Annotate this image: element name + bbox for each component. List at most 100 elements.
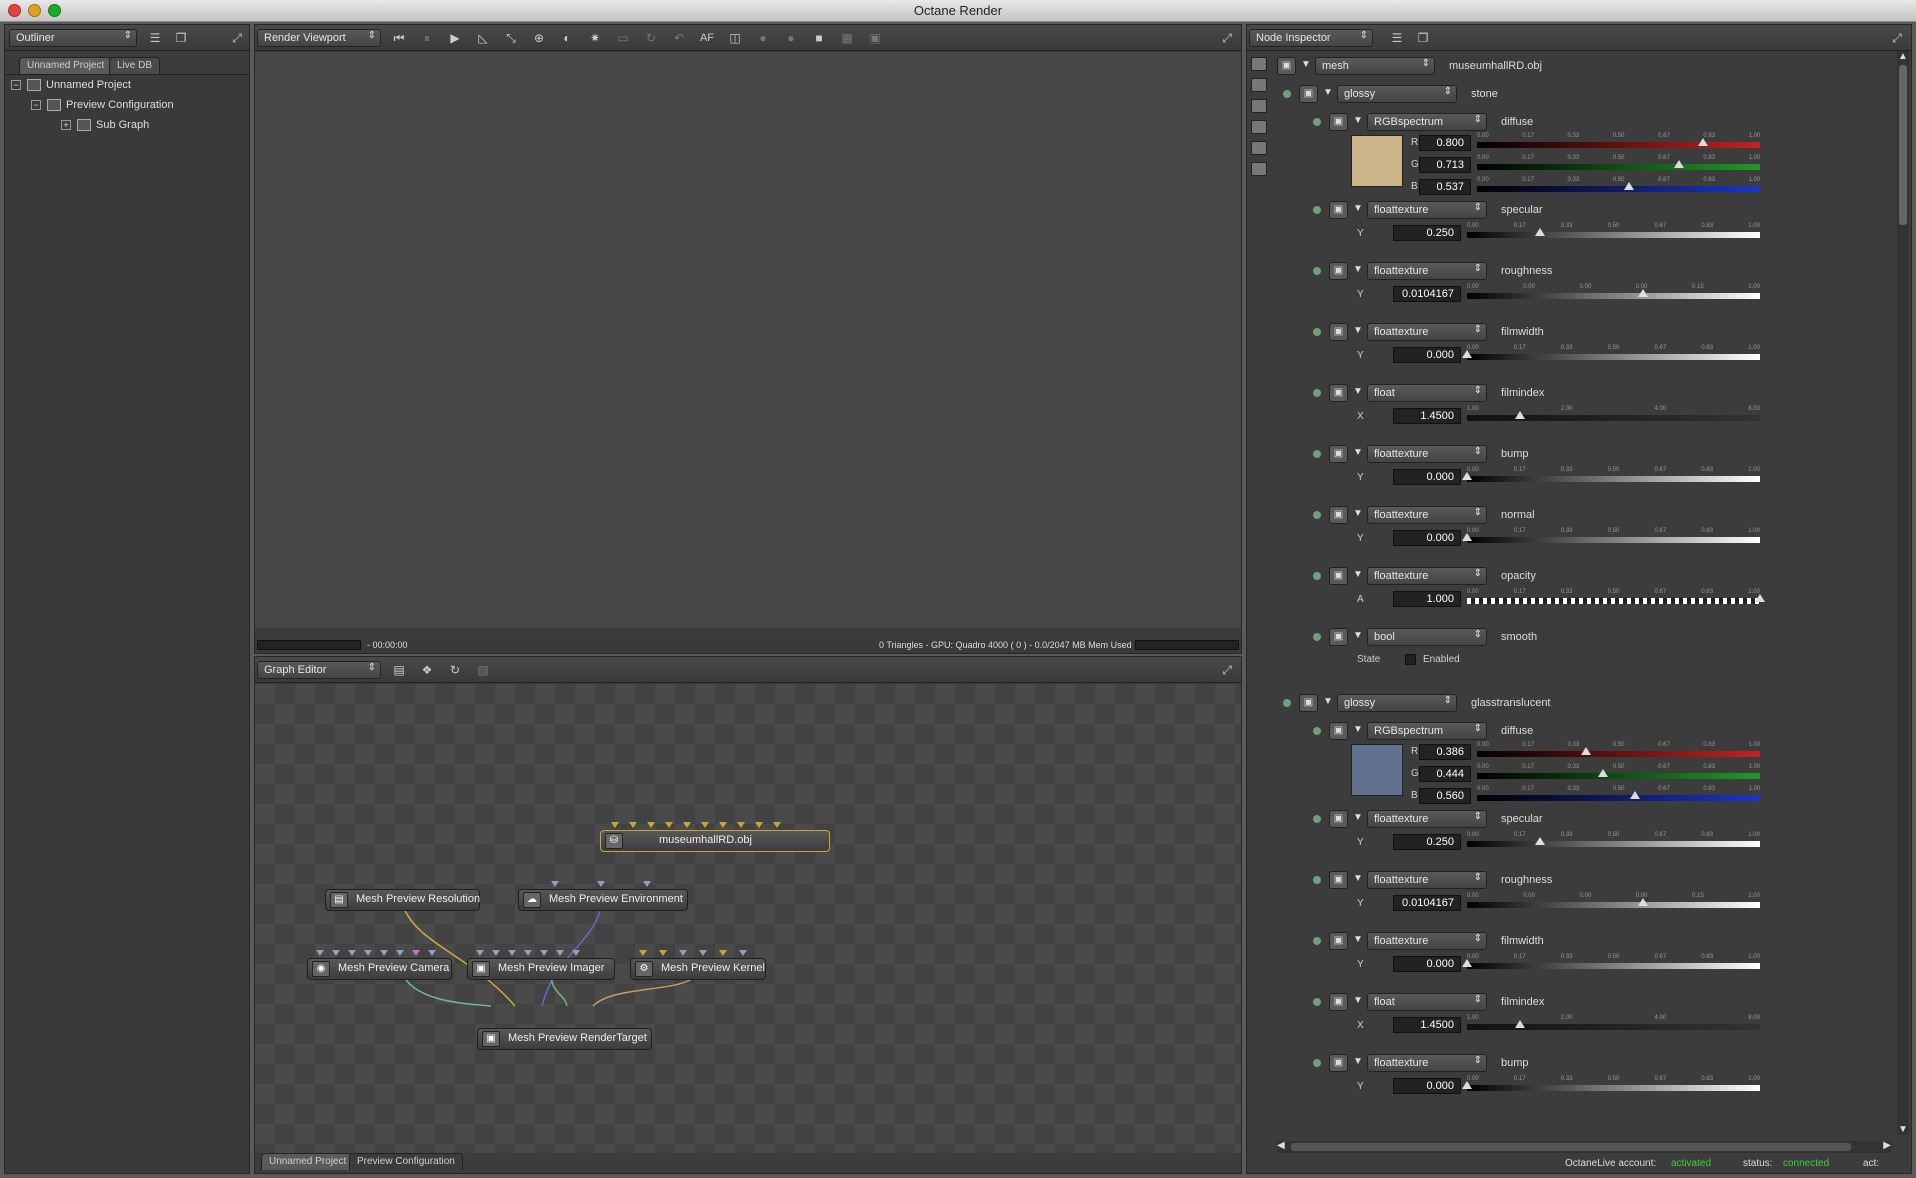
graph-node-render-target[interactable]: ▣ Mesh Preview RenderTarget xyxy=(477,1028,652,1050)
pin-dot-icon[interactable] xyxy=(1313,998,1321,1006)
node-type-select[interactable]: floattexture ⇕ xyxy=(1367,506,1487,524)
node-type-select[interactable]: floattexture ⇕ xyxy=(1367,1054,1487,1072)
pin-dot-icon[interactable] xyxy=(1313,511,1321,519)
node-type-select[interactable]: floattexture ⇕ xyxy=(1367,567,1487,585)
node-type-select[interactable]: glossy ⇕ xyxy=(1337,85,1457,103)
diffuse-r-field[interactable]: 0.800 xyxy=(1419,135,1471,151)
outliner-dropdown[interactable]: Outliner ⇕ xyxy=(9,29,137,47)
tree-item-unnamed-project[interactable]: − Unnamed Project xyxy=(11,79,131,92)
texture-node-icon[interactable]: ▣ xyxy=(1329,993,1348,1011)
slider-thumb[interactable] xyxy=(1637,898,1648,906)
collapse-triangle-icon[interactable]: ▼ xyxy=(1353,325,1363,336)
slider-thumb[interactable] xyxy=(1698,138,1709,146)
opacity-slider[interactable]: 0.00 0.17 0.33 0.50 0.67 0.83 1.00 xyxy=(1467,589,1765,605)
diffuse-color-swatch[interactable] xyxy=(1351,744,1403,796)
opacity-value-field[interactable]: 1.000 xyxy=(1393,591,1461,607)
tree-item-preview-configuration[interactable]: − Preview Configuration xyxy=(31,99,174,112)
collapse-triangle-icon[interactable]: ▼ xyxy=(1353,630,1363,641)
roughness-slider[interactable]: 0.00 0.00 0.00 0.00 0.15 1.00 xyxy=(1467,284,1760,300)
node-type-select[interactable]: floattexture ⇕ xyxy=(1367,810,1487,828)
pin-dot-icon[interactable] xyxy=(1313,267,1321,275)
slider-thumb[interactable] xyxy=(1623,182,1634,190)
graph-node-resolution[interactable]: ▤ Mesh Preview Resolution xyxy=(325,889,480,911)
refresh-icon[interactable]: ↻ xyxy=(641,29,661,47)
specular-slider[interactable]: 0.00 0.17 0.33 0.50 0.67 0.83 1.00 xyxy=(1467,223,1760,239)
filmindex-slider[interactable]: 1.00 2.00 4.00 8.00 xyxy=(1467,406,1760,422)
pick-material-icon[interactable]: ✷ xyxy=(585,29,605,47)
filmwidth-slider[interactable]: 0.00 0.17 0.33 0.50 0.67 0.83 1.00 xyxy=(1462,345,1760,361)
pick-focus-icon[interactable]: ⊕ xyxy=(529,29,549,47)
scene-icon[interactable] xyxy=(1251,57,1267,71)
background-checker-icon[interactable]: ▦ xyxy=(837,29,857,47)
node-type-select[interactable]: RGBspectrum ⇕ xyxy=(1367,113,1487,131)
sphere-alt-icon[interactable]: ● xyxy=(781,29,801,47)
diffuse-b-field[interactable]: 0.537 xyxy=(1419,179,1471,195)
collapse-triangle-icon[interactable]: ▼ xyxy=(1353,724,1363,735)
diffuse-color-swatch[interactable] xyxy=(1351,135,1403,187)
tab-preview-configuration[interactable]: Preview Configuration xyxy=(349,1153,463,1170)
tab-unnamed-project[interactable]: Unnamed Project xyxy=(19,57,113,74)
pin-dot-icon[interactable] xyxy=(1283,90,1291,98)
pin-dot-icon[interactable] xyxy=(1313,118,1321,126)
render-viewport-dropdown[interactable]: Render Viewport ⇕ xyxy=(257,29,381,47)
collapse-triangle-icon[interactable]: ▼ xyxy=(1323,696,1333,707)
collapse-triangle-icon[interactable]: ▼ xyxy=(1353,1056,1363,1067)
material-sphere-icon[interactable]: ▣ xyxy=(1299,694,1318,712)
slider-thumb[interactable] xyxy=(1637,289,1648,297)
node-inspector-dropdown[interactable]: Node Inspector ⇕ xyxy=(1249,29,1373,47)
texture-node-icon[interactable]: ▣ xyxy=(1329,506,1348,524)
slider-thumb[interactable] xyxy=(1514,1020,1525,1028)
node-type-select[interactable]: bool ⇕ xyxy=(1367,628,1487,646)
pin-dot-icon[interactable] xyxy=(1313,937,1321,945)
collapse-triangle-icon[interactable]: ▼ xyxy=(1353,447,1363,458)
layers-icon[interactable]: ❐ xyxy=(1413,29,1433,47)
slider-thumb[interactable] xyxy=(1597,769,1608,777)
tab-unnamed-project[interactable]: Unnamed Project xyxy=(261,1153,355,1170)
normal-value-field[interactable]: 0.000 xyxy=(1393,530,1461,546)
slider-thumb[interactable] xyxy=(1462,1081,1472,1089)
collapse-triangle-icon[interactable]: ▼ xyxy=(1353,264,1363,275)
inspector-scrollbar[interactable]: ▲ ▼ xyxy=(1897,51,1909,1135)
collapse-icon[interactable]: − xyxy=(11,80,21,91)
scroll-left-icon[interactable]: ◀ xyxy=(1277,1140,1285,1151)
diffuse-g-field[interactable]: 0.444 xyxy=(1419,766,1471,782)
pin-dot-icon[interactable] xyxy=(1313,876,1321,884)
diffuse-b-field[interactable]: 0.560 xyxy=(1419,788,1471,804)
texture-node-icon[interactable]: ▣ xyxy=(1329,201,1348,219)
maximize-panel-icon[interactable]: ⤢ xyxy=(1217,661,1237,679)
diffuse-r-slider[interactable]: 0.00 0.17 0.33 0.50 0.67 0.83 1.00 xyxy=(1477,133,1760,149)
graph-tool-icon[interactable]: ▧ xyxy=(473,661,493,679)
node-type-select[interactable]: floattexture ⇕ xyxy=(1367,932,1487,950)
roughness-value-field[interactable]: 0.0104167 xyxy=(1393,895,1461,911)
scroll-up-icon[interactable]: ▲ xyxy=(1898,51,1908,62)
texture-node-icon[interactable]: ▣ xyxy=(1329,932,1348,950)
slider-thumb[interactable] xyxy=(1630,791,1641,799)
collapse-triangle-icon[interactable]: ▼ xyxy=(1353,873,1363,884)
scroll-right-icon[interactable]: ▶ xyxy=(1883,1140,1891,1151)
filmindex-value-field[interactable]: 1.4500 xyxy=(1393,408,1461,424)
hscroll-thumb[interactable] xyxy=(1291,1143,1851,1151)
maximize-panel-icon[interactable]: ⤢ xyxy=(1217,29,1237,47)
slider-thumb[interactable] xyxy=(1673,160,1684,168)
node-type-select[interactable]: float ⇕ xyxy=(1367,384,1487,402)
camera-icon[interactable]: ◫ xyxy=(725,29,745,47)
resolution-icon[interactable] xyxy=(1251,99,1267,113)
roughness-slider[interactable]: 0.00 0.00 0.00 0.00 0.15 1.00 xyxy=(1467,893,1760,909)
node-type-select[interactable]: floattexture ⇕ xyxy=(1367,201,1487,219)
pin-dot-icon[interactable] xyxy=(1313,727,1321,735)
collapse-triangle-icon[interactable]: ▼ xyxy=(1353,203,1363,214)
slider-thumb[interactable] xyxy=(1535,837,1546,845)
material-sphere-icon[interactable]: ▣ xyxy=(1299,85,1318,103)
filmindex-value-field[interactable]: 1.4500 xyxy=(1393,1017,1461,1033)
collapse-triangle-icon[interactable]: ▼ xyxy=(1353,508,1363,519)
kernel-icon[interactable] xyxy=(1251,162,1267,176)
specular-value-field[interactable]: 0.250 xyxy=(1393,834,1461,850)
slider-thumb[interactable] xyxy=(1462,533,1472,541)
node-type-select[interactable]: glossy ⇕ xyxy=(1337,694,1457,712)
diffuse-r-slider[interactable]: 0.00 0.17 0.33 0.50 0.67 0.83 1.00 xyxy=(1477,742,1760,758)
node-type-select[interactable]: floattexture ⇕ xyxy=(1367,262,1487,280)
slider-thumb[interactable] xyxy=(1755,594,1765,602)
graph-node-camera[interactable]: ◉ Mesh Preview Camera xyxy=(307,950,452,980)
color-node-icon[interactable]: ▣ xyxy=(1329,722,1348,740)
pin-dot-icon[interactable] xyxy=(1313,450,1321,458)
